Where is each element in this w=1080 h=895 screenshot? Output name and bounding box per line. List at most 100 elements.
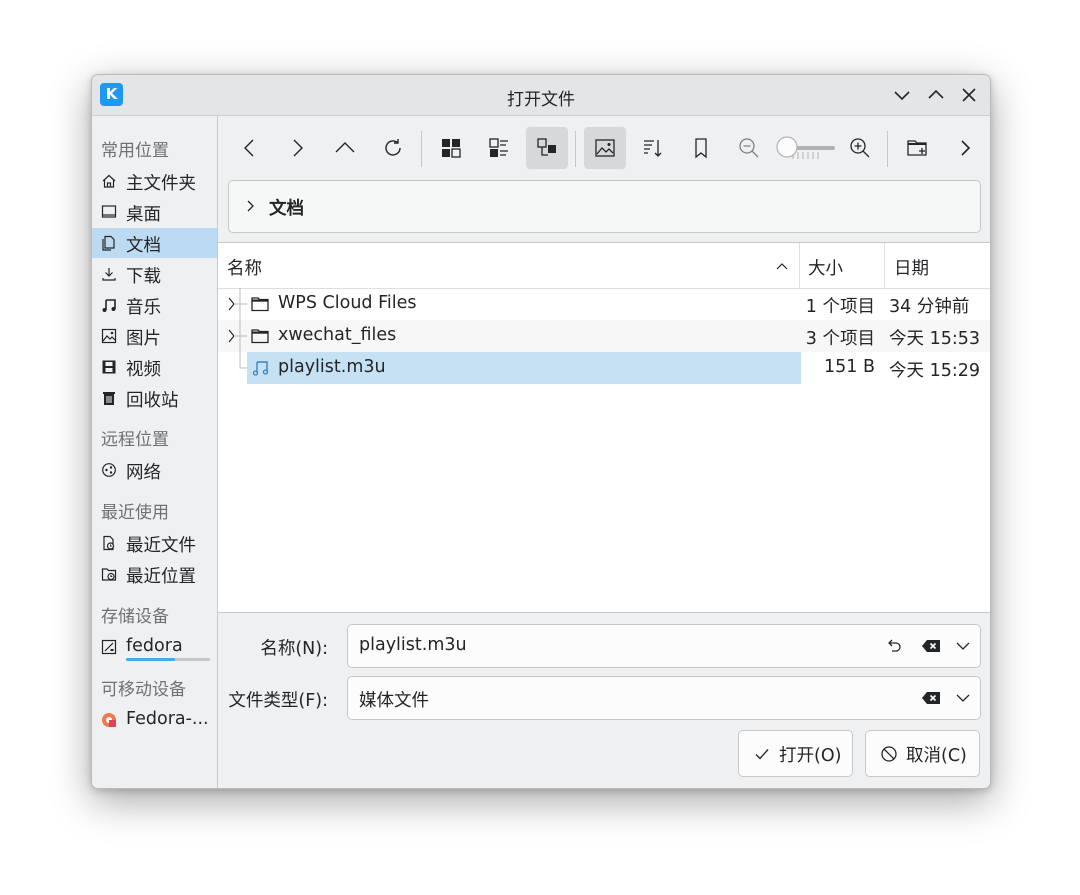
file-row-wps-cloud[interactable]: WPS Cloud Files 1 个项目 34 分钟前 — [218, 288, 990, 320]
place-videos[interactable]: 视频 — [92, 352, 217, 382]
place-downloads[interactable]: 下载 — [92, 259, 217, 289]
sort-button[interactable] — [632, 127, 674, 169]
place-pictures[interactable]: 图片 — [92, 321, 217, 351]
place-documents[interactable]: 文档 — [92, 228, 217, 258]
zoom-slider[interactable] — [773, 133, 837, 163]
tree-view-icon — [537, 138, 556, 156]
chevron-up-icon — [928, 89, 944, 99]
forward-button[interactable] — [276, 127, 318, 169]
filename-input[interactable]: playlist.m3u — [347, 624, 981, 668]
reload-button[interactable] — [372, 127, 414, 169]
chevron-right-icon — [293, 139, 303, 157]
filetype-label: 文件类型(F): — [228, 691, 328, 711]
icons-view-icon — [442, 139, 461, 158]
new-folder-icon — [907, 140, 927, 156]
network-icon — [101, 462, 117, 478]
file-row-xwechat[interactable]: xwechat_files 3 个项目 今天 15:53 — [218, 320, 990, 352]
breadcrumb[interactable]: 文档 — [228, 180, 981, 233]
music-icon — [101, 297, 117, 313]
section-header-common: 常用位置 — [101, 141, 169, 161]
window-title: 打开文件 — [507, 90, 575, 110]
clear-text-icon — [922, 692, 940, 704]
expand-icon — [228, 288, 247, 320]
new-folder-button[interactable] — [896, 127, 938, 169]
expand-icon — [228, 320, 247, 352]
cancel-icon — [881, 746, 897, 762]
cancel-button[interactable]: 取消(C) — [865, 730, 980, 777]
removable-media-icon — [101, 712, 117, 728]
close-button[interactable] — [957, 83, 981, 107]
chevron-right-icon — [961, 140, 971, 156]
pictures-icon — [101, 328, 117, 344]
chevron-down-icon — [956, 694, 970, 702]
reload-icon — [385, 139, 401, 156]
minimize-button[interactable] — [890, 83, 914, 107]
filetype-combobox[interactable]: 媒体文件 — [347, 676, 981, 720]
compact-view-button[interactable] — [478, 127, 520, 169]
back-button[interactable] — [229, 127, 271, 169]
section-header-recent: 最近使用 — [101, 503, 169, 523]
drive-icon — [101, 639, 117, 655]
trash-icon — [101, 390, 117, 406]
bookmark-icon — [695, 138, 707, 159]
preview-toggle-button[interactable] — [584, 127, 626, 169]
place-music[interactable]: 音乐 — [92, 290, 217, 320]
chevron-up-icon — [335, 142, 355, 153]
zoom-in-button[interactable] — [839, 127, 881, 169]
name-label: 名称(N): — [260, 639, 328, 659]
place-fedora-drive[interactable]: fedora — [92, 632, 217, 662]
compact-view-icon — [489, 138, 508, 157]
recent-files-icon — [101, 535, 117, 551]
chevron-left-icon — [244, 139, 254, 157]
place-desktop[interactable]: 桌面 — [92, 197, 217, 227]
file-list: 名称 大小 日期 WPS Cloud Files 1 个项目 34 分钟前 xw… — [218, 242, 990, 613]
undo-icon — [888, 639, 901, 652]
chevron-down-icon — [956, 642, 970, 650]
open-file-dialog: K 打开文件 常用位置 主文件夹 桌面 文档 下载 音乐 图片 视频 回收站 远… — [91, 74, 991, 789]
column-size[interactable]: 大小 — [808, 255, 843, 280]
place-network[interactable]: 网络 — [92, 455, 217, 485]
close-icon — [962, 88, 976, 102]
place-trash[interactable]: 回收站 — [92, 383, 217, 413]
checkmark-icon — [755, 749, 769, 760]
place-home[interactable]: 主文件夹 — [92, 166, 217, 196]
more-toolbar-button[interactable] — [944, 127, 986, 169]
desktop-icon — [101, 204, 117, 220]
download-icon — [101, 266, 117, 282]
videos-icon — [101, 359, 117, 375]
folder-icon — [251, 297, 269, 312]
breadcrumb-item-documents[interactable]: 文档 — [269, 195, 304, 220]
column-date[interactable]: 日期 — [894, 255, 929, 280]
zoom-out-icon — [739, 138, 759, 158]
zoom-out-button[interactable] — [728, 127, 770, 169]
icons-view-button[interactable] — [430, 127, 472, 169]
maximize-button[interactable] — [924, 83, 948, 107]
home-icon — [101, 173, 117, 189]
place-fedora-media[interactable]: Fedora-... — [92, 705, 217, 735]
documents-icon — [101, 235, 117, 251]
clear-text-icon — [922, 640, 940, 652]
tree-line — [239, 352, 247, 369]
image-preview-icon — [595, 139, 615, 157]
title-bar: K 打开文件 — [92, 75, 990, 116]
file-row-playlist[interactable]: playlist.m3u 151 B 今天 15:29 — [218, 352, 990, 384]
place-recent-files[interactable]: 最近文件 — [92, 528, 217, 558]
section-header-removable: 可移动设备 — [101, 680, 186, 700]
bookmark-button[interactable] — [680, 127, 722, 169]
audio-file-icon — [252, 361, 269, 376]
zoom-in-icon — [850, 138, 870, 158]
open-button[interactable]: 打开(O) — [738, 730, 853, 777]
places-sidebar: 常用位置 主文件夹 桌面 文档 下载 音乐 图片 视频 回收站 远程位置 网络 … — [92, 116, 218, 788]
zoom-slider-track — [776, 136, 835, 159]
chevron-down-icon — [894, 91, 910, 101]
drive-usage-bar — [126, 658, 210, 661]
sort-icon — [644, 140, 662, 157]
place-recent-locations[interactable]: 最近位置 — [92, 559, 217, 589]
parent-folder-button[interactable] — [324, 127, 366, 169]
column-header: 名称 大小 日期 — [218, 243, 990, 289]
folder-icon — [251, 329, 269, 344]
column-name[interactable]: 名称 — [227, 255, 262, 280]
sort-ascending-icon — [776, 263, 788, 270]
recent-locations-icon — [101, 566, 117, 582]
tree-view-button[interactable] — [526, 127, 568, 169]
